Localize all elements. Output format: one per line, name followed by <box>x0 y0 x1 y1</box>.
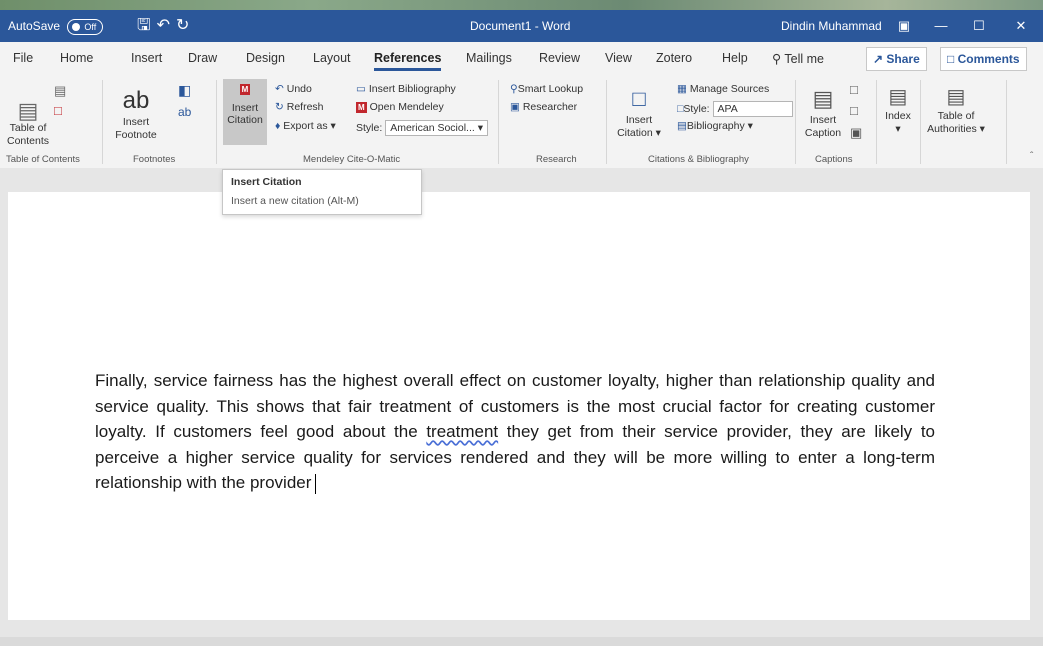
add-text-icon[interactable]: ▤ <box>54 84 66 97</box>
cross-reference-icon[interactable]: ▣ <box>850 126 862 139</box>
share-icon: ↗ <box>873 52 887 66</box>
mendeley-style-selector[interactable]: Style: American Sociol... ▾ <box>356 120 489 136</box>
tab-references[interactable]: References <box>374 51 442 71</box>
share-button[interactable]: ↗ Share <box>866 47 927 71</box>
text-cursor <box>315 473 317 494</box>
tab-insert[interactable]: Insert <box>131 51 162 65</box>
next-footnote-icon[interactable]: ab <box>178 106 191 119</box>
bibliography-icon: ▭ <box>356 83 366 95</box>
insert-footnote-button[interactable]: ab Insert Footnote <box>114 86 158 142</box>
tab-design[interactable]: Design <box>246 51 285 65</box>
document-page[interactable]: Finally, service fairness has the highes… <box>8 192 1030 620</box>
citation-icon: □ <box>632 86 646 111</box>
group-label-toc: Table of Contents <box>6 154 80 165</box>
autosave-label: AutoSave <box>8 19 61 33</box>
researcher-button[interactable]: ▣ Researcher <box>510 101 577 114</box>
mendeley-icon: M <box>239 84 251 95</box>
update-figures-icon[interactable]: □ <box>850 104 858 117</box>
index-button[interactable]: ▤ Index ▾ <box>880 84 916 136</box>
tab-zotero[interactable]: Zotero <box>656 51 692 65</box>
tab-review[interactable]: Review <box>539 51 580 65</box>
citation-style-dropdown[interactable]: APA <box>712 101 793 117</box>
window-top-edge <box>0 0 1043 10</box>
user-name[interactable]: Dindin Muhammad <box>781 10 882 42</box>
collapse-ribbon-icon[interactable]: ˆ <box>1030 150 1033 163</box>
ribbon-tabs: File Home Insert Draw Design Layout Refe… <box>0 42 1043 76</box>
ribbon-display-options-icon[interactable]: ▣ <box>885 10 923 42</box>
mendeley-style-dropdown[interactable]: American Sociol... ▾ <box>385 120 489 136</box>
open-mendeley-button[interactable]: M Open Mendeley <box>356 101 444 114</box>
mendeley-refresh-button[interactable]: ↻ Refresh <box>275 101 324 114</box>
export-icon: ♦ <box>275 120 281 132</box>
quick-access-toolbar: 🖫↶↻ <box>137 10 195 42</box>
group-label-mendeley: Mendeley Cite-O-Matic <box>303 154 401 165</box>
comments-button[interactable]: □ Comments <box>940 47 1027 71</box>
mendeley-insert-bibliography-button[interactable]: ▭ Insert Bibliography <box>356 83 456 96</box>
search-icon: ⚲ <box>510 83 518 95</box>
update-table-icon[interactable]: □ <box>54 104 62 117</box>
table-of-contents-icon: ▤ <box>17 98 39 123</box>
manage-sources-icon: ▦ <box>677 83 687 95</box>
document-paragraph[interactable]: Finally, service fairness has the highes… <box>95 368 935 496</box>
manage-sources-button[interactable]: ▦ Manage Sources <box>677 83 769 96</box>
title-bar: AutoSave Off 🖫↶↻ Document1 - Word Dindin… <box>0 10 1043 42</box>
group-label-footnotes: Footnotes <box>133 154 176 165</box>
insert-citation-tooltip: Insert Citation Insert a new citation (A… <box>222 169 422 215</box>
tab-file[interactable]: File <box>13 51 33 65</box>
tab-view[interactable]: View <box>605 51 632 65</box>
save-icon[interactable]: 🖫 <box>137 17 157 34</box>
undo-arrow-icon: ↶ <box>275 83 284 95</box>
smart-lookup-button[interactable]: ⚲Smart Lookup <box>510 83 583 96</box>
tab-draw[interactable]: Draw <box>188 51 217 65</box>
autosave-toggle[interactable]: Off <box>67 18 104 35</box>
maximize-icon[interactable]: ☐ <box>960 10 998 42</box>
search-icon: ⚲ <box>772 52 785 66</box>
insert-endnote-icon[interactable]: ◧ <box>178 83 191 97</box>
tab-layout[interactable]: Layout <box>313 51 351 65</box>
index-icon: ▤ <box>888 86 908 108</box>
insert-table-of-figures-icon[interactable]: □ <box>850 83 858 96</box>
mendeley-export-as-button[interactable]: ♦ Export as ▾ <box>275 120 336 133</box>
mendeley-logo-icon: M <box>356 102 367 113</box>
tab-mailings[interactable]: Mailings <box>466 51 512 65</box>
bibliography-button[interactable]: ▤Bibliography ▾ <box>677 120 753 133</box>
tooltip-description: Insert a new citation (Alt-M) <box>231 195 359 207</box>
ribbon: ▤ Table of Contents ▤ □ Table of Content… <box>0 76 1043 169</box>
researcher-icon: ▣ <box>510 101 520 113</box>
insert-citation-button[interactable]: □ Insert Citation ▾ <box>616 84 662 140</box>
group-label-research: Research <box>536 154 577 165</box>
table-of-contents-button[interactable]: ▤ Table of Contents <box>6 98 50 148</box>
mendeley-undo-button[interactable]: ↶ Undo <box>275 83 312 96</box>
redo-icon[interactable]: ↻ <box>176 17 195 34</box>
table-of-authorities-icon: ▤ <box>946 86 966 108</box>
citation-style-selector[interactable]: □Style: APA <box>677 101 793 117</box>
refresh-icon: ↻ <box>275 101 284 113</box>
status-bar <box>0 637 1043 646</box>
footnote-icon: ab <box>122 87 150 114</box>
group-label-citations: Citations & Bibliography <box>648 154 749 165</box>
tooltip-title: Insert Citation <box>231 176 302 188</box>
grammar-flagged-word[interactable]: treatment <box>426 422 498 441</box>
document-title: Document1 - Word <box>470 19 571 33</box>
undo-icon[interactable]: ↶ <box>157 17 176 34</box>
mendeley-insert-citation-button[interactable]: M Insert Citation <box>223 79 267 145</box>
comment-icon: □ <box>947 52 958 66</box>
table-of-authorities-button[interactable]: ▤ Table of Authorities ▾ <box>926 84 986 136</box>
tab-home[interactable]: Home <box>60 51 93 65</box>
insert-caption-button[interactable]: ▤ Insert Caption <box>803 84 843 140</box>
caption-icon: ▤ <box>812 86 834 111</box>
tell-me-search[interactable]: ⚲ Tell me <box>772 51 824 66</box>
close-icon[interactable]: ✕ <box>1002 10 1040 42</box>
bibliography-list-icon: ▤ <box>677 120 687 132</box>
tab-help[interactable]: Help <box>722 51 748 65</box>
minimize-icon[interactable]: — <box>922 10 960 42</box>
autosave[interactable]: AutoSave Off <box>8 10 104 42</box>
ruler-area <box>0 168 1043 192</box>
group-label-captions: Captions <box>815 154 853 165</box>
